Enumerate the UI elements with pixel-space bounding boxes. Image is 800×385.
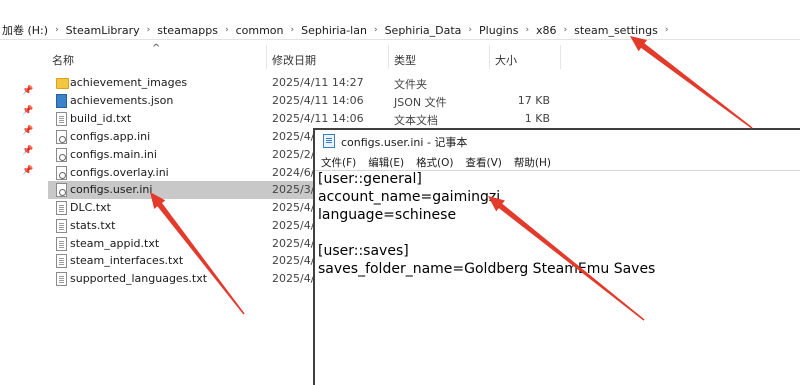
arrow-to-selected-file — [150, 192, 245, 315]
arrow-to-folder-path — [630, 36, 753, 129]
arrow-to-account-name — [488, 196, 645, 321]
annotation-arrows — [150, 36, 753, 321]
